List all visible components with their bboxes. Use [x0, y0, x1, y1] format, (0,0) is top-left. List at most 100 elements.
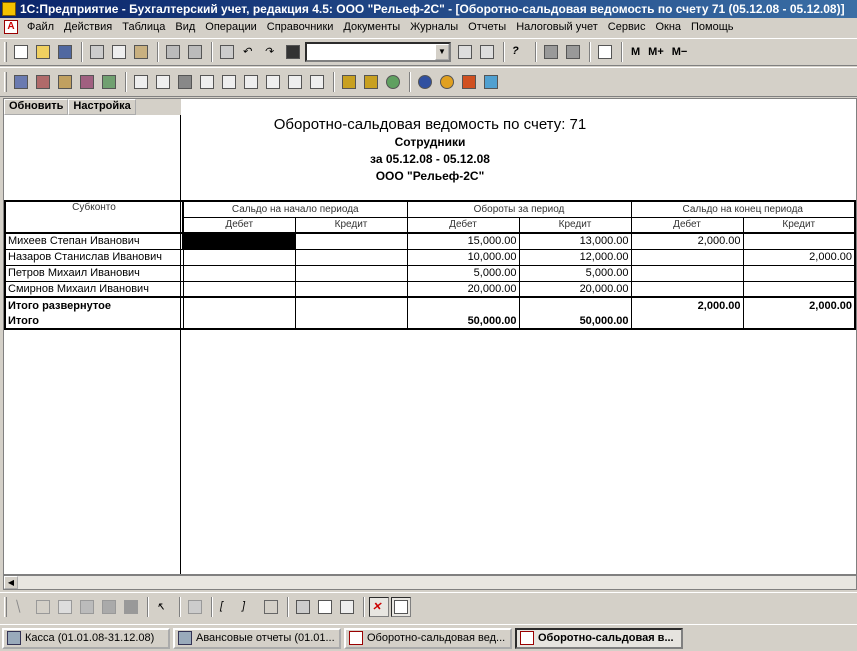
book-button[interactable] — [595, 42, 615, 62]
toolbar-grip[interactable] — [4, 596, 7, 617]
columns-button[interactable] — [315, 597, 335, 617]
cell-close-credit[interactable] — [743, 265, 856, 282]
task-kassa[interactable]: Касса (01.01.08-31.12.08) — [2, 627, 170, 649]
row-name[interactable]: Петров Михаил Иванович — [4, 265, 184, 282]
cell-close-credit[interactable] — [743, 233, 856, 250]
replace-button[interactable] — [477, 42, 497, 62]
memory-button[interactable]: M — [631, 46, 640, 58]
tool-3-button[interactable] — [383, 72, 403, 92]
total-row[interactable]: Итого 50,000.00 50,000.00 — [4, 313, 856, 330]
document-icon[interactable]: A — [4, 20, 18, 34]
row-name[interactable]: Назаров Станислав Иванович — [4, 249, 184, 266]
find-next-button[interactable] — [455, 42, 475, 62]
cell-open-credit[interactable] — [295, 249, 408, 266]
cell-open-debit[interactable] — [183, 281, 296, 298]
cell-close-debit[interactable] — [631, 265, 744, 282]
undo-button[interactable]: ↶ — [239, 42, 259, 62]
pin-button[interactable] — [217, 42, 237, 62]
tool-2-button[interactable] — [361, 72, 381, 92]
toolbar-grip[interactable] — [4, 72, 7, 92]
report-3-button[interactable] — [175, 72, 195, 92]
empty-cell[interactable] — [183, 297, 296, 313]
total-expanded-close-credit[interactable]: 2,000.00 — [743, 297, 856, 313]
menu-service[interactable]: Сервис — [603, 21, 651, 33]
report-8-button[interactable] — [285, 72, 305, 92]
cell-open-credit[interactable] — [295, 265, 408, 282]
picture-button[interactable] — [77, 597, 97, 617]
total-label[interactable]: Итого — [4, 313, 184, 330]
cell-close-debit[interactable] — [631, 249, 744, 266]
empty-cell[interactable] — [183, 313, 296, 330]
total-turn-debit[interactable]: 50,000.00 — [407, 313, 520, 330]
report-5-button[interactable] — [219, 72, 239, 92]
empty-cell[interactable] — [407, 297, 520, 313]
group-button[interactable] — [185, 597, 205, 617]
copy-button[interactable] — [109, 42, 129, 62]
table-row[interactable]: Михеев Степан Иванович 15,000.00 13,000.… — [4, 232, 856, 250]
cell-close-debit[interactable]: 2,000.00 — [631, 233, 744, 250]
cell-turn-debit[interactable]: 20,000.00 — [407, 281, 520, 298]
menu-windows[interactable]: Окна — [650, 21, 686, 33]
cell-open-credit[interactable] — [295, 233, 408, 250]
total-expanded-close-debit[interactable]: 2,000.00 — [631, 297, 744, 313]
cell-open-credit[interactable] — [295, 281, 408, 298]
table-row[interactable]: Смирнов Михаил Иванович 20,000.00 20,000… — [4, 281, 856, 298]
selected-cell[interactable] — [182, 232, 296, 250]
grid-button[interactable] — [391, 596, 411, 617]
print-preview-button[interactable] — [185, 42, 205, 62]
tool-4-button[interactable] — [415, 72, 435, 92]
chevron-down-icon[interactable]: ▼ — [435, 44, 449, 60]
report-7-button[interactable] — [263, 72, 283, 92]
tool-7-button[interactable] — [481, 72, 501, 92]
memory-subtract-button[interactable]: M− — [672, 46, 688, 58]
save-button[interactable] — [55, 42, 75, 62]
menu-documents[interactable]: Документы — [338, 21, 405, 33]
menu-view[interactable]: Вид — [170, 21, 200, 33]
report-2-button[interactable] — [153, 72, 173, 92]
menu-table[interactable]: Таблица — [117, 21, 170, 33]
menu-operations[interactable]: Операции — [200, 21, 261, 33]
refresh-button[interactable]: Обновить — [4, 99, 69, 115]
cell-turn-credit[interactable]: 5,000.00 — [519, 265, 632, 282]
report-6-button[interactable] — [241, 72, 261, 92]
cell-turn-debit[interactable]: 10,000.00 — [407, 249, 520, 266]
tool-5-button[interactable] — [437, 72, 457, 92]
menu-journals[interactable]: Журналы — [405, 21, 463, 33]
horizontal-scrollbar[interactable]: ◀ — [3, 575, 857, 590]
table-row[interactable]: Петров Михаил Иванович 5,000.00 5,000.00 — [4, 265, 856, 282]
cell-turn-debit[interactable]: 5,000.00 — [407, 265, 520, 282]
ruler-button[interactable] — [337, 597, 357, 617]
bracket-right-button[interactable]: ] — [239, 597, 259, 617]
row-name[interactable]: Смирнов Михаил Иванович — [4, 281, 184, 298]
app-icon[interactable] — [2, 2, 16, 16]
cell-open-debit[interactable] — [183, 265, 296, 282]
rectangle-button[interactable] — [33, 597, 53, 617]
calculator-button[interactable] — [541, 42, 561, 62]
cut-button[interactable] — [87, 42, 107, 62]
ole-object-button[interactable] — [99, 597, 119, 617]
memory-add-button[interactable]: M+ — [648, 46, 664, 58]
cell-open-debit[interactable] — [183, 249, 296, 266]
total-expanded-row[interactable]: Итого развернутое 2,000.00 2,000.00 — [4, 297, 856, 313]
total-expanded-label[interactable]: Итого развернутое — [4, 297, 184, 313]
cell-turn-credit[interactable]: 20,000.00 — [519, 281, 632, 298]
row-name[interactable]: Михеев Степан Иванович — [4, 233, 184, 250]
chart-button[interactable] — [121, 597, 141, 617]
tool-6-button[interactable] — [459, 72, 479, 92]
task-turnover-report-1[interactable]: Оборотно-сальдовая вед... — [344, 627, 512, 649]
open-button[interactable] — [33, 42, 53, 62]
search-combo[interactable]: ▼ — [305, 42, 451, 62]
calendar-button[interactable] — [563, 42, 583, 62]
redo-button[interactable]: ↷ — [261, 42, 281, 62]
new-button[interactable] — [11, 42, 31, 62]
cell-close-credit[interactable] — [743, 281, 856, 298]
menu-tax[interactable]: Налоговый учет — [511, 21, 603, 33]
cell-close-credit[interactable]: 2,000.00 — [743, 249, 856, 266]
settings-button[interactable]: Настройка — [68, 99, 136, 115]
bracket-left-button[interactable]: [ — [217, 597, 237, 617]
report-1-button[interactable] — [131, 72, 151, 92]
empty-cell[interactable] — [631, 313, 744, 330]
report-9-button[interactable] — [307, 72, 327, 92]
help-button[interactable]: ? — [509, 42, 529, 62]
no-grid-button[interactable]: ✕ — [369, 596, 389, 617]
